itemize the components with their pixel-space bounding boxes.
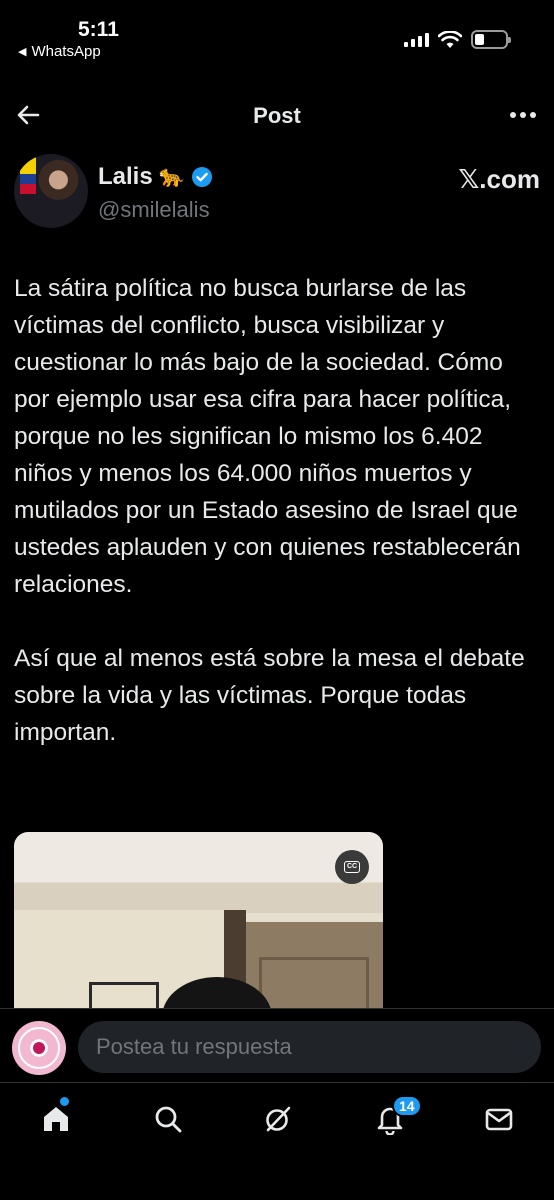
back-to-app-link[interactable]: ◀ WhatsApp (18, 43, 101, 60)
search-icon (155, 1106, 182, 1133)
back-triangle-icon: ◀ (18, 46, 27, 58)
nav-search[interactable] (150, 1101, 186, 1137)
home-icon (44, 1107, 68, 1131)
cellular-signal-icon (404, 32, 429, 47)
more-options-icon[interactable] (510, 112, 536, 118)
page-title: Post (253, 103, 301, 128)
status-icons (404, 30, 511, 49)
reply-bar (0, 1008, 554, 1082)
author-handle[interactable]: @smilelalis (98, 197, 210, 223)
home-unread-dot (60, 1097, 69, 1106)
rose-logo-icon (30, 1039, 48, 1057)
nav-home[interactable] (38, 1101, 74, 1137)
post-author: Lalis 🐆 @smilelalis 𝕏.com (14, 154, 540, 230)
bottom-nav: 14 (0, 1082, 554, 1200)
battery-icon (471, 30, 511, 49)
post-text: La sátira política no busca burlarse de … (14, 275, 525, 746)
nav-messages[interactable] (481, 1101, 517, 1137)
author-name-row[interactable]: Lalis 🐆 (98, 163, 213, 191)
messages-icon (485, 1108, 513, 1131)
post-video[interactable]: CC (14, 832, 383, 1012)
status-bar: 5:11 ◀ WhatsApp (0, 0, 554, 70)
author-name: Lalis (98, 163, 153, 190)
reply-input[interactable] (78, 1021, 541, 1073)
closed-captions-icon[interactable]: CC (335, 850, 369, 884)
notifications-badge: 14 (392, 1095, 422, 1117)
status-time: 5:11 (78, 18, 119, 41)
author-emoji: 🐆 (158, 165, 185, 188)
grok-icon (266, 1106, 291, 1132)
author-avatar[interactable] (14, 154, 88, 228)
back-app-label: WhatsApp (31, 43, 101, 60)
user-avatar (12, 1021, 66, 1075)
post-header: Post (0, 90, 554, 140)
source-label: 𝕏.com (458, 164, 540, 194)
wifi-icon (438, 30, 462, 48)
verified-badge-icon (191, 167, 212, 187)
nav-grok[interactable] (260, 1101, 296, 1137)
